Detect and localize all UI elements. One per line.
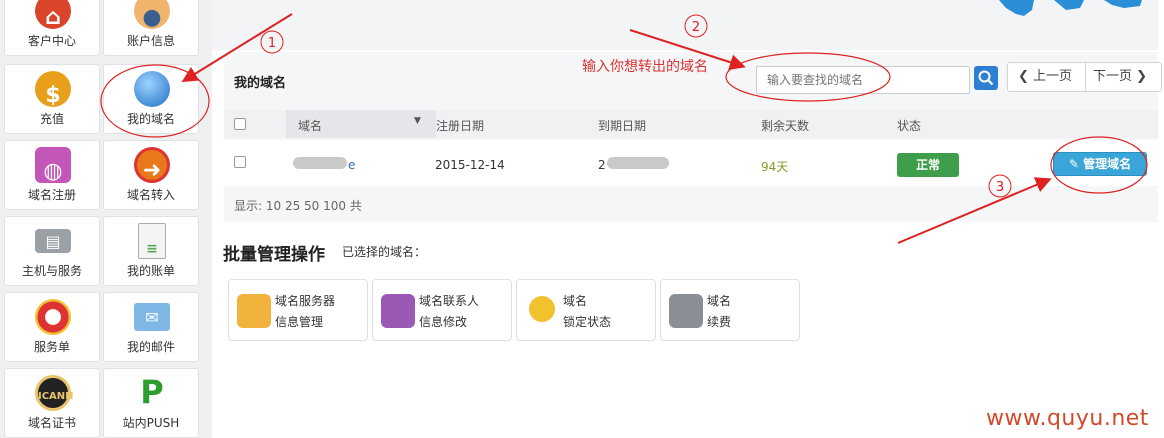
redacted-expiry: [607, 157, 669, 169]
col-status[interactable]: 状态: [897, 117, 921, 134]
op-nameserver[interactable]: 域名服务器 信息管理: [228, 279, 368, 341]
bill-icon: ≡: [138, 223, 166, 259]
certificate-icon: ICANN: [35, 375, 74, 411]
server-icon: ▤: [35, 229, 71, 253]
op-lock[interactable]: 域名 锁定状态: [516, 279, 656, 341]
sidebar-item-label: 客户中心: [27, 34, 76, 48]
search-icon: [978, 70, 994, 86]
table-row: e 2015-12-14 2 94天 正常 ✎ 管理域名: [224, 140, 1158, 186]
op-line1: 域名: [707, 294, 732, 308]
sidebar-item-label: 域名证书: [27, 416, 76, 430]
panel-title: 我的域名: [234, 76, 287, 91]
sidebar-item-label: 域名转入: [126, 188, 175, 202]
search-input[interactable]: [756, 66, 970, 94]
sidebar: ⌂ 客户中心 ● 账户信息 $ 充值 我的域名 ◍ 域名注册 ➜ 域名转入 ▤ …: [0, 0, 212, 438]
status-badge: 正常: [897, 153, 959, 177]
batch-ops-title: 批量管理操作: [223, 245, 325, 265]
chevron-left-icon: ❮: [1018, 69, 1029, 84]
op-line2: 信息管理: [275, 315, 324, 329]
top-strip: [212, 0, 1158, 50]
domain-link[interactable]: e: [348, 158, 355, 172]
pager-divider: [1085, 63, 1086, 91]
op-contact[interactable]: 域名联系人 信息修改: [372, 279, 512, 341]
watermark: www.quyu.net: [986, 406, 1149, 431]
sidebar-item-customer-center[interactable]: ⌂ 客户中心: [4, 0, 100, 56]
op-line1: 域名: [563, 294, 588, 308]
sidebar-item-label: 我的邮件: [126, 340, 175, 354]
user-icon: ●: [134, 0, 170, 30]
transfer-icon: ➜: [134, 147, 170, 183]
expiry-date-prefix: 2: [598, 158, 606, 172]
search-button[interactable]: [974, 66, 998, 90]
manage-domain-label: 管理域名: [1083, 157, 1132, 171]
selected-domains-label: 已选择的域名：: [342, 245, 427, 259]
op-renew[interactable]: 域名 续费: [660, 279, 800, 341]
contact-icon: [381, 294, 415, 328]
wrench-icon: [237, 294, 271, 328]
op-line2: 信息修改: [419, 315, 468, 329]
sidebar-item-label: 域名注册: [27, 188, 76, 202]
sidebar-item-my-bills[interactable]: ≡ 我的账单: [103, 216, 199, 286]
sidebar-item-label: 站内PUSH: [122, 416, 180, 430]
sidebar-item-label: 充值: [39, 112, 64, 126]
page-size-selector[interactable]: 显示: 10 25 50 100 共: [234, 197, 362, 214]
row-checkbox[interactable]: [234, 156, 246, 168]
prev-page-label: 上一页: [1033, 69, 1073, 84]
prev-page-button[interactable]: ❮ 上一页: [1018, 63, 1072, 91]
sidebar-item-label: 我的域名: [126, 112, 175, 126]
mail-icon: ✉: [134, 303, 170, 331]
wrench-icon: ✎: [1068, 157, 1079, 171]
sidebar-item-my-mail[interactable]: ✉ 我的邮件: [103, 292, 199, 362]
transfer-hint: 输入你想转出的域名: [582, 59, 708, 75]
sidebar-item-my-domains[interactable]: 我的域名: [103, 64, 199, 134]
op-line1: 域名服务器: [275, 294, 336, 308]
world-map-decoration: [999, 0, 1142, 16]
sidebar-item-domain-transfer[interactable]: ➜ 域名转入: [103, 140, 199, 210]
page-root: ⌂ 客户中心 ● 账户信息 $ 充值 我的域名 ◍ 域名注册 ➜ 域名转入 ▤ …: [0, 0, 1164, 438]
sidebar-item-label: 账户信息: [126, 34, 175, 48]
sort-desc-icon[interactable]: ▼: [414, 116, 421, 126]
pagination: ❮ 上一页 下一页 ❯: [1007, 62, 1162, 92]
sidebar-item-label: 我的账单: [126, 264, 175, 278]
coins-icon: $: [35, 71, 71, 108]
manage-domain-button[interactable]: ✎ 管理域名: [1053, 152, 1147, 176]
op-line2: 续费: [707, 315, 732, 329]
key-icon: [529, 296, 555, 322]
col-expiry[interactable]: 到期日期: [598, 117, 646, 134]
chevron-right-icon: ❯: [1136, 69, 1148, 84]
cart-icon: ◍: [35, 147, 71, 184]
sidebar-item-label: 主机与服务: [21, 264, 82, 278]
days-left: 94天: [761, 160, 789, 174]
op-line1: 域名联系人: [419, 294, 480, 308]
house-icon: ⌂: [35, 0, 71, 30]
sidebar-item-account-info[interactable]: ● 账户信息: [103, 0, 199, 56]
sidebar-item-label: 服务单: [33, 340, 70, 354]
table-header: 域名 ▼ 注册日期 到期日期 剩余天数 状态: [224, 110, 1158, 138]
redacted-domain: [293, 157, 347, 169]
sidebar-item-domain-certificate[interactable]: ICANN 域名证书: [4, 368, 100, 438]
next-page-button[interactable]: 下一页 ❯: [1093, 63, 1147, 91]
sidebar-item-service-ticket[interactable]: 服务单: [4, 292, 100, 362]
sidebar-item-recharge[interactable]: $ 充值: [4, 64, 100, 134]
cart-icon: [669, 294, 703, 328]
sidebar-item-hosting[interactable]: ▤ 主机与服务: [4, 216, 100, 286]
sidebar-item-site-push[interactable]: P 站内PUSH: [103, 368, 199, 438]
registered-date: 2015-12-14: [435, 158, 505, 172]
push-icon: P: [140, 373, 164, 411]
select-all-checkbox[interactable]: [234, 118, 246, 130]
my-domains-panel: 我的域名 ❮ 上一页 下一页 ❯: [224, 52, 1162, 222]
col-domain[interactable]: 域名: [298, 117, 322, 134]
col-days-left[interactable]: 剩余天数: [761, 117, 809, 134]
sidebar-item-domain-register[interactable]: ◍ 域名注册: [4, 140, 100, 210]
lifebuoy-icon: [35, 299, 71, 335]
op-line2: 锁定状态: [563, 315, 612, 329]
globe-icon: [134, 71, 170, 107]
next-page-label: 下一页: [1093, 69, 1133, 84]
col-registered[interactable]: 注册日期: [436, 117, 484, 134]
